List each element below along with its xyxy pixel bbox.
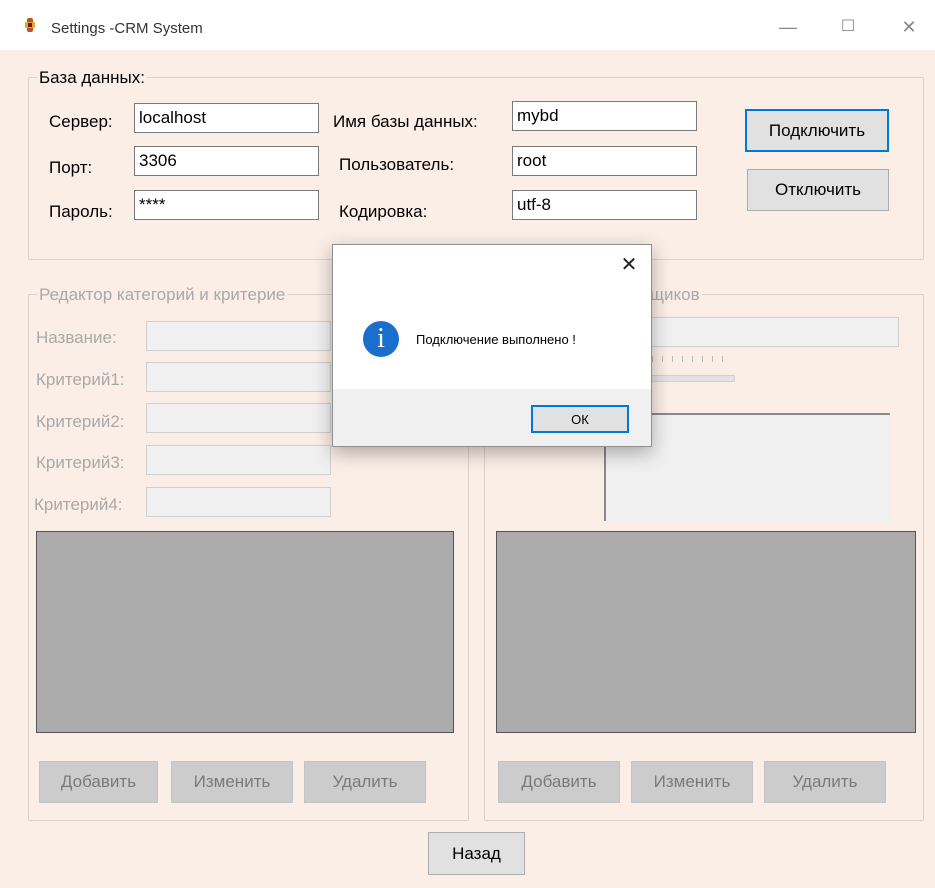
criterion4-input[interactable] — [146, 487, 331, 517]
connect-button[interactable]: Подключить — [745, 109, 889, 152]
supplier-delete-button[interactable]: Удалить — [764, 761, 886, 803]
criterion2-input[interactable] — [146, 403, 331, 433]
close-button[interactable]: ✕ — [889, 12, 929, 42]
message-dialog: ✕ i Подключение выполнено ! ОК — [332, 244, 652, 447]
criterion4-label: Критерий4: — [34, 495, 123, 514]
category-add-button[interactable]: Добавить — [39, 761, 158, 803]
category-name-label: Название: — [36, 328, 117, 347]
port-input[interactable] — [134, 146, 319, 176]
suppliers-legend: щиков — [648, 285, 702, 305]
user-input[interactable] — [512, 146, 697, 176]
back-button[interactable]: Назад — [428, 832, 525, 875]
encoding-label: Кодировка: — [339, 202, 428, 221]
maximize-button[interactable]: ☐ — [828, 12, 868, 42]
minimize-button[interactable]: — — [768, 12, 808, 42]
criterion3-input[interactable] — [146, 445, 331, 475]
info-icon: i — [363, 321, 399, 357]
server-input[interactable] — [134, 103, 319, 133]
category-edit-button[interactable]: Изменить — [171, 761, 293, 803]
ok-button[interactable]: ОК — [531, 405, 629, 433]
suppliers-grid[interactable] — [496, 531, 916, 733]
criterion3-label: Критерий3: — [36, 453, 125, 472]
category-editor-legend: Редактор категорий и критерие — [37, 285, 288, 305]
categories-grid[interactable] — [36, 531, 454, 733]
slider-ticks — [652, 356, 732, 362]
criterion1-label: Критерий1: — [36, 370, 125, 389]
slider-track[interactable] — [650, 375, 735, 382]
user-label: Пользователь: — [339, 155, 455, 174]
supplier-input[interactable] — [650, 317, 899, 347]
category-name-input[interactable] — [146, 321, 331, 351]
encoding-input[interactable] — [512, 190, 697, 220]
dbname-input[interactable] — [512, 101, 697, 131]
criterion2-label: Критерий2: — [36, 412, 125, 431]
password-input[interactable] — [134, 190, 319, 220]
title-bar: Settings -CRM System — ☐ ✕ — [0, 0, 935, 50]
port-label: Порт: — [49, 158, 93, 177]
supplier-add-button[interactable]: Добавить — [498, 761, 620, 803]
server-label: Сервер: — [49, 112, 113, 131]
settings-window: Settings -CRM System — ☐ ✕ База данных: … — [0, 0, 935, 888]
category-delete-button[interactable]: Удалить — [304, 761, 426, 803]
password-label: Пароль: — [49, 202, 113, 221]
dialog-close-icon[interactable]: ✕ — [617, 253, 641, 277]
dbname-label: Имя базы данных: — [333, 112, 478, 131]
app-icon — [25, 18, 35, 32]
database-group-legend: База данных: — [37, 68, 147, 88]
criterion1-input[interactable] — [146, 362, 331, 392]
disconnect-button[interactable]: Отключить — [747, 169, 889, 211]
supplier-edit-button[interactable]: Изменить — [631, 761, 753, 803]
window-title: Settings -CRM System — [51, 20, 203, 37]
dialog-message: Подключение выполнено ! — [416, 332, 576, 347]
